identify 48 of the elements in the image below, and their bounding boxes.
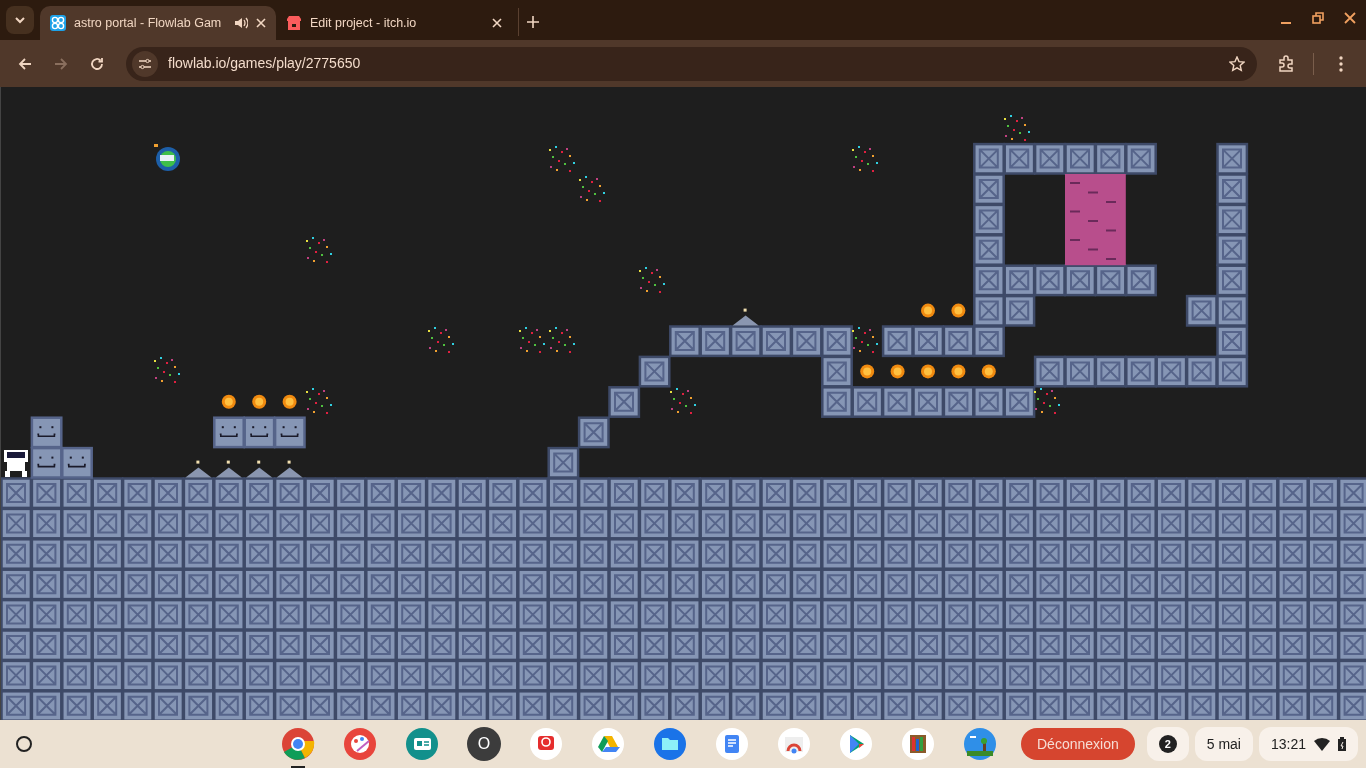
- forward-arrow-icon: [53, 55, 69, 72]
- close-icon: [492, 18, 502, 28]
- notification-area[interactable]: 2: [1146, 727, 1189, 761]
- reload-icon: [89, 55, 105, 72]
- browser-tab[interactable]: Edit project - itch.io: [276, 6, 512, 40]
- tab-list-button[interactable]: [6, 6, 34, 34]
- newspaper-icon[interactable]: [405, 727, 439, 761]
- star-icon: [1229, 55, 1245, 72]
- storefront-icon: [286, 15, 302, 31]
- site-settings-button[interactable]: [132, 50, 158, 77]
- back-arrow-icon: [17, 55, 33, 72]
- bookshelf-icon[interactable]: [901, 727, 935, 761]
- battery-icon: [1338, 737, 1346, 751]
- camera-app-icon[interactable]: [529, 727, 563, 761]
- wifi-icon: [1314, 737, 1330, 751]
- restore-icon: [1312, 12, 1324, 24]
- minimize-icon: [1280, 22, 1292, 24]
- triangle-logo-icon[interactable]: [591, 727, 625, 761]
- close-icon: [1344, 12, 1356, 24]
- close-tab-button[interactable]: [492, 18, 502, 28]
- caret-icon: [14, 16, 26, 24]
- close-tab-button[interactable]: [256, 18, 266, 28]
- tab-title: astro portal - Flowlab Gam: [74, 14, 223, 32]
- document-icon[interactable]: [715, 727, 749, 761]
- browser-tab[interactable]: astro portal - Flowlab Gam: [40, 6, 276, 40]
- logout-button[interactable]: Déconnexion: [1021, 728, 1135, 760]
- bookmark-star-button[interactable]: [1229, 55, 1245, 72]
- plus-icon: [526, 16, 539, 28]
- browser-logo-icon[interactable]: [281, 727, 315, 761]
- address-bar[interactable]: flowlab.io/games/play/2775650: [126, 46, 1257, 81]
- folder-icon[interactable]: [653, 727, 687, 761]
- close-icon: [256, 18, 266, 28]
- date-area[interactable]: 5 mai: [1194, 727, 1253, 761]
- date-text: 5 mai: [1206, 734, 1241, 754]
- rings-icon: [50, 15, 66, 31]
- status-area[interactable]: 13:21: [1258, 727, 1358, 761]
- sliders-icon: [138, 57, 152, 70]
- clock-time: 13:21: [1270, 734, 1306, 754]
- puzzle-icon: [1277, 54, 1295, 73]
- landscape-icon[interactable]: [963, 727, 997, 761]
- ring-icon: [15, 735, 33, 753]
- app-shortcut[interactable]: O: [467, 727, 501, 761]
- url-text: flowlab.io/games/play/2775650: [168, 54, 362, 73]
- notification-count: 2: [1158, 735, 1177, 753]
- store-icon[interactable]: [777, 727, 811, 761]
- palette-icon[interactable]: [343, 727, 377, 761]
- kebab-menu-icon: [1339, 55, 1343, 72]
- tab-title: Edit project - itch.io: [310, 14, 418, 32]
